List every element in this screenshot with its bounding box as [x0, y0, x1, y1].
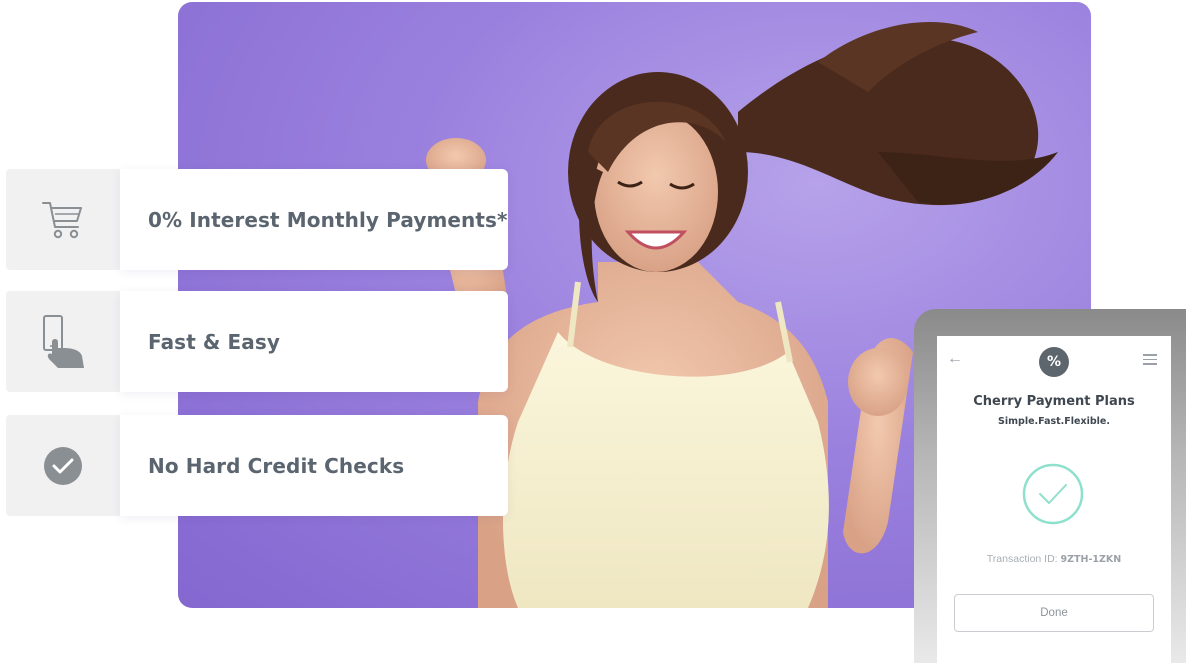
feature-label-interest: 0% Interest Monthly Payments* — [148, 207, 508, 232]
feature-card-interest: 0% Interest Monthly Payments* — [120, 169, 508, 270]
feature-card-fast: Fast & Easy — [120, 291, 508, 392]
feature-label-fast: Fast & Easy — [148, 329, 281, 354]
arrow-left-icon[interactable]: ← — [947, 350, 963, 368]
transaction-id-text: Transaction ID: 9ZTH-1ZKN — [937, 553, 1171, 565]
phone-logo-text: % — [1046, 354, 1062, 370]
done-button[interactable]: Done — [954, 594, 1154, 632]
cherry-logo-icon: % — [1039, 347, 1069, 377]
page: 0% Interest Monthly Payments* Fast & Eas… — [0, 0, 1186, 663]
feature-label-credit: No Hard Credit Checks — [148, 453, 405, 478]
feature-icon-check — [6, 415, 120, 516]
transaction-id-value: 9ZTH-1ZKN — [1060, 554, 1122, 565]
phone-title: Cherry Payment Plans — [973, 394, 1135, 409]
done-button-label: Done — [1040, 607, 1068, 619]
feature-icon-cart — [6, 169, 120, 270]
feature-card-credit: No Hard Credit Checks — [120, 415, 508, 516]
phone-mockup: ← % Cherry Payment Plans Simple.Fast.Fle… — [914, 309, 1186, 663]
feature-icon-phone — [6, 291, 120, 392]
phone-screen: ← % Cherry Payment Plans Simple.Fast.Fle… — [937, 336, 1171, 663]
check-circle-outline-icon — [1022, 463, 1084, 525]
check-circle-icon — [44, 446, 82, 485]
shopping-cart-icon — [42, 201, 82, 238]
phone-tap-icon — [43, 314, 84, 368]
hamburger-menu-icon[interactable] — [1143, 354, 1157, 368]
transaction-label: Transaction ID: — [986, 553, 1061, 565]
phone-subtitle: Simple.Fast.Flexible. — [998, 416, 1110, 427]
